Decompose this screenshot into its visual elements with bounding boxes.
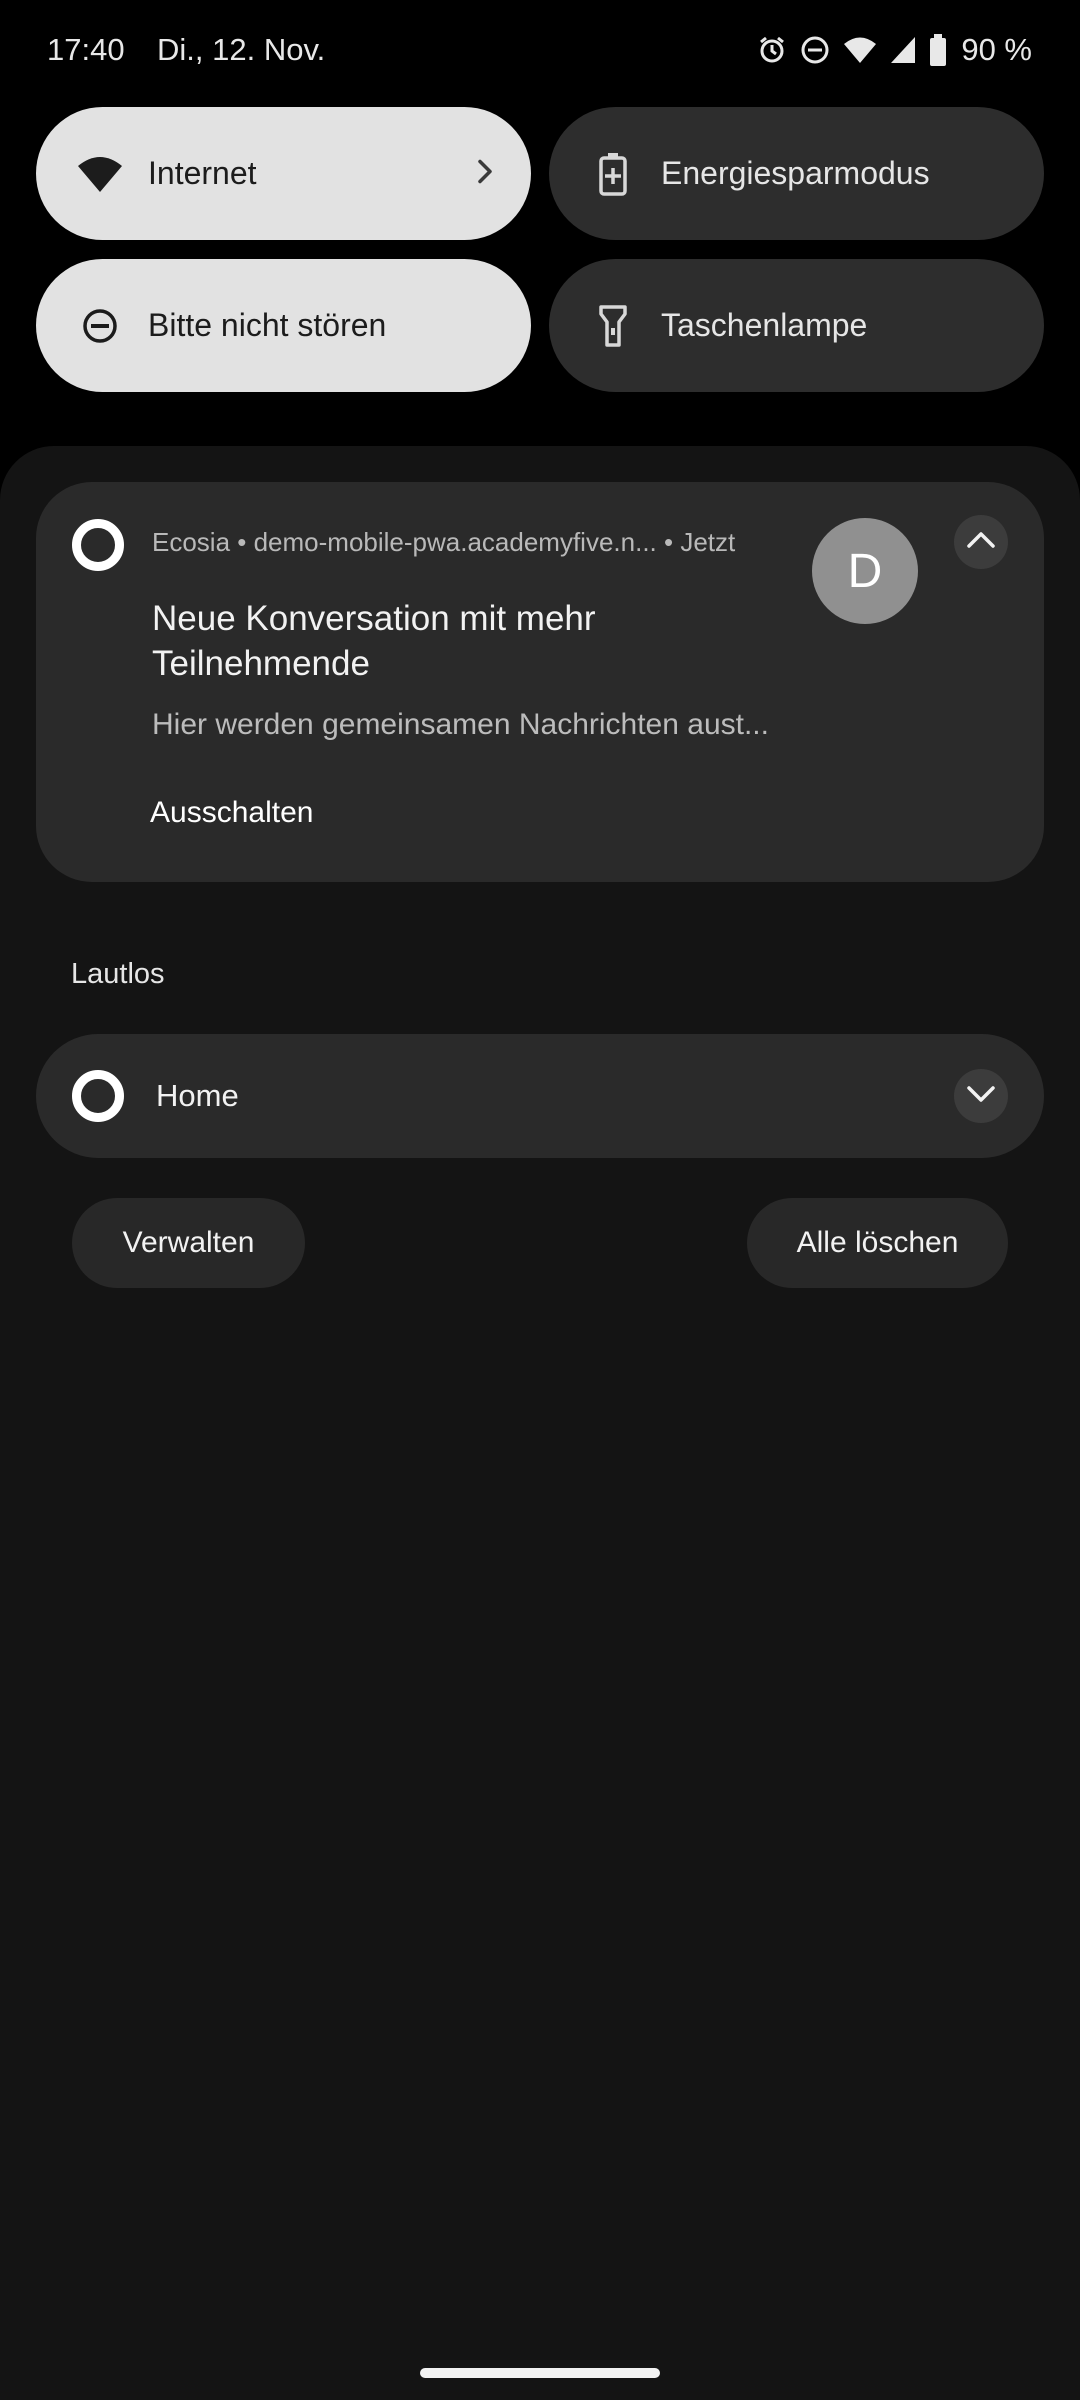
tile-do-not-disturb[interactable]: Bitte nicht stören — [36, 259, 531, 392]
battery-percentage: 90 % — [961, 32, 1032, 67]
dnd-icon — [799, 34, 831, 66]
chevron-up-icon — [966, 530, 996, 555]
notification-body: Hier werden gemeinsamen Nachrichten aust… — [152, 708, 769, 741]
section-header-silent: Lautlos — [71, 958, 165, 990]
manage-button[interactable]: Verwalten — [72, 1198, 305, 1288]
notification-meta: Ecosia • demo-mobile-pwa.academyfive.n..… — [152, 527, 736, 557]
status-time: 17:40 — [47, 32, 125, 67]
collapse-button[interactable] — [954, 515, 1008, 569]
tile-label: Energiesparmodus — [661, 155, 930, 191]
notification-label: Home — [156, 1078, 239, 1113]
wifi-icon — [72, 146, 128, 202]
signal-icon — [889, 35, 917, 65]
clear-all-button[interactable]: Alle löschen — [747, 1198, 1008, 1288]
chevron-right-icon — [475, 157, 495, 190]
tile-internet[interactable]: Internet — [36, 107, 531, 240]
flashlight-icon — [585, 298, 641, 354]
alarm-icon — [757, 35, 787, 65]
tile-label: Internet — [148, 155, 257, 191]
gesture-handle[interactable] — [420, 2368, 660, 2378]
app-icon — [72, 519, 124, 571]
tile-label: Taschenlampe — [661, 307, 868, 343]
turn-off-button[interactable]: Ausschalten — [150, 796, 313, 830]
chevron-down-icon — [966, 1084, 996, 1109]
tile-battery-saver[interactable]: Energiesparmodus — [549, 107, 1044, 240]
dnd-icon — [72, 298, 128, 354]
tile-label: Bitte nicht stören — [148, 307, 387, 343]
battery-icon — [929, 34, 947, 66]
tile-flashlight[interactable]: Taschenlampe — [549, 259, 1044, 392]
status-date: Di., 12. Nov. — [157, 32, 326, 67]
expand-button[interactable] — [954, 1069, 1008, 1123]
wifi-icon — [843, 35, 877, 65]
notification-title: Neue Konversation mit mehr Teilnehmende — [152, 599, 596, 683]
status-bar: 17:40 Di., 12. Nov. 90 % — [0, 0, 1080, 100]
avatar: D — [812, 518, 918, 624]
app-icon — [72, 1070, 124, 1122]
battery-saver-icon — [585, 146, 641, 202]
